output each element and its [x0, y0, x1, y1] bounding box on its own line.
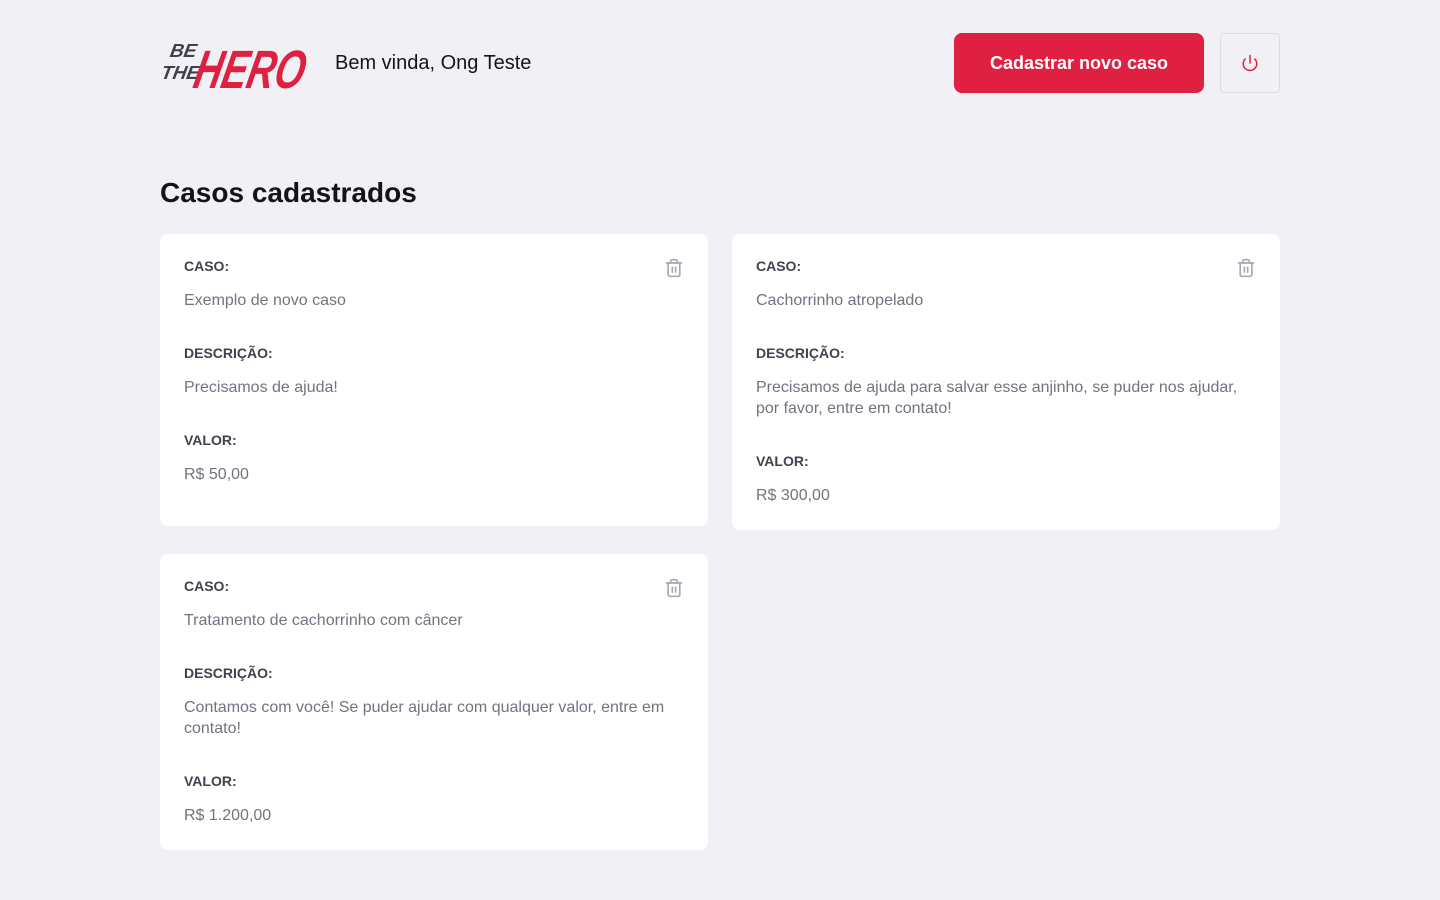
welcome-text: Bem vinda, Ong Teste — [335, 51, 532, 74]
case-label: CASO: — [756, 258, 802, 274]
case-title: Exemplo de novo caso — [184, 292, 346, 309]
case-card: CASO: Tratamento de cachorrinho com cânc… — [160, 554, 708, 850]
case-value: R$ 300,00 — [756, 487, 830, 504]
trash-icon — [665, 258, 683, 278]
case-card: CASO: Cachorrinho atropelado DESCRIÇÃO: … — [732, 234, 1280, 530]
case-label: CASO: — [184, 578, 230, 594]
profile-page: BE THE HERO Bem vinda, Ong Teste Cadastr… — [160, 0, 1280, 850]
case-value: R$ 50,00 — [184, 466, 249, 483]
description-label: DESCRIÇÃO: — [184, 345, 273, 361]
value-label: VALOR: — [184, 432, 237, 448]
delete-case-button[interactable] — [664, 258, 684, 278]
description-label: DESCRIÇÃO: — [184, 665, 273, 681]
delete-case-button[interactable] — [664, 578, 684, 598]
trash-icon — [665, 578, 683, 598]
logo-word-hero: HERO — [189, 40, 312, 96]
value-label: VALOR: — [756, 453, 809, 469]
power-icon — [1242, 54, 1258, 72]
delete-case-button[interactable] — [1236, 258, 1256, 278]
case-title: Tratamento de cachorrinho com câncer — [184, 612, 463, 629]
value-label: VALOR: — [184, 773, 237, 789]
case-title: Cachorrinho atropelado — [756, 292, 924, 309]
case-value: R$ 1.200,00 — [184, 807, 272, 824]
description-label: DESCRIÇÃO: — [756, 345, 845, 361]
trash-icon — [1237, 258, 1255, 278]
case-card: CASO: Exemplo de novo caso DESCRIÇÃO: Pr… — [160, 234, 708, 526]
case-description: Precisamos de ajuda! — [184, 379, 338, 396]
header: BE THE HERO Bem vinda, Ong Teste Cadastr… — [160, 32, 1280, 96]
cases-list: CASO: Exemplo de novo caso DESCRIÇÃO: Pr… — [160, 234, 1280, 850]
new-case-button[interactable]: Cadastrar novo caso — [954, 33, 1204, 93]
case-description: Precisamos de ajuda para salvar esse anj… — [756, 379, 1238, 417]
logo-word-be: BE — [168, 41, 199, 62]
be-the-hero-logo: BE THE HERO — [160, 40, 312, 96]
case-label: CASO: — [184, 258, 230, 274]
logout-button[interactable] — [1220, 33, 1280, 93]
page-title: Casos cadastrados — [160, 177, 417, 208]
case-description: Contamos com você! Se puder ajudar com q… — [184, 699, 665, 737]
